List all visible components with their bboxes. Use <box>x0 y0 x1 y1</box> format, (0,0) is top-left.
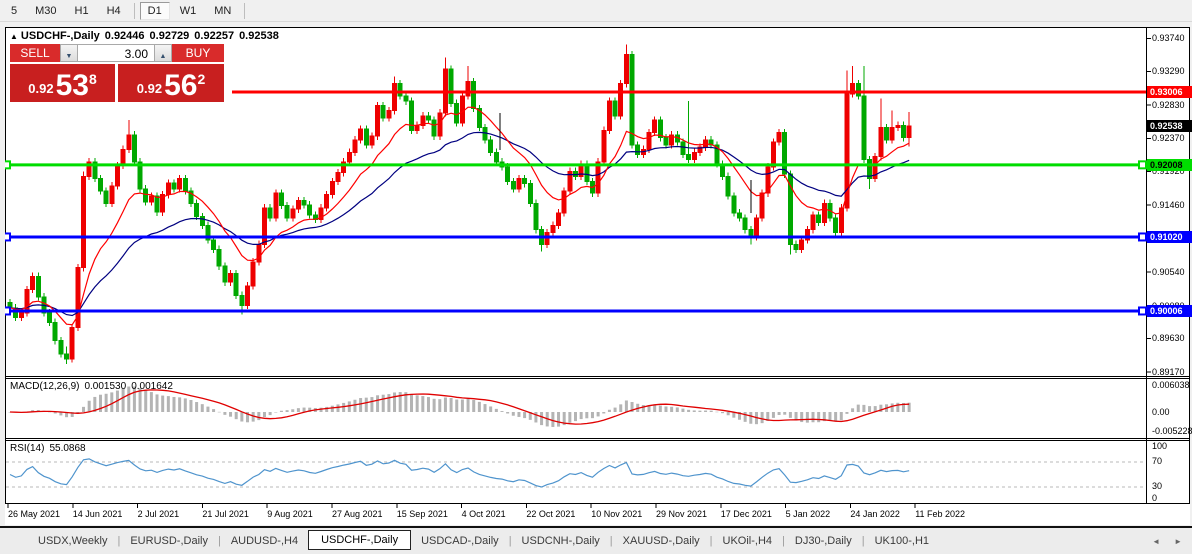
tab-scroll-arrows: ◄ ► <box>1152 537 1182 546</box>
timeframe-button-d1[interactable]: D1 <box>139 1 170 20</box>
arrow-up-icon: ▲ <box>159 53 167 60</box>
level-handle[interactable] <box>1138 232 1147 242</box>
volume-input[interactable]: 3.00 <box>78 44 154 62</box>
x-axis-date-label[interactable]: 5 Jan 2022 <box>786 509 831 519</box>
one-click-trading-panel: SELL ▼ 3.00 ▲ BUY 0.92 53 8 0.92 56 2 <box>10 44 224 102</box>
tab-eurusd-daily[interactable]: EURUSD-,Daily <box>120 532 218 550</box>
y-axis-tick[interactable]: 0.89630 <box>1152 333 1185 343</box>
y-axis-tick[interactable]: 0.91460 <box>1152 200 1185 210</box>
y-axis-tick[interactable]: 0.92370 <box>1152 133 1185 143</box>
window-left-edge <box>0 27 5 525</box>
x-axis-date-label[interactable]: 10 Nov 2021 <box>591 509 642 519</box>
x-axis-date-label[interactable]: 2 Jul 2021 <box>138 509 180 519</box>
sell-price-display[interactable]: 0.92 53 8 <box>10 64 115 102</box>
arrow-down-icon: ▼ <box>65 53 73 60</box>
x-axis-date-label[interactable]: 27 Aug 2021 <box>332 509 383 519</box>
y-axis-tick[interactable]: 0.93740 <box>1152 33 1185 43</box>
macd-value-signal: 0.001642 <box>131 381 173 392</box>
x-axis-date-label[interactable]: 4 Oct 2021 <box>462 509 506 519</box>
x-axis-date-label[interactable]: 26 May 2021 <box>8 509 60 519</box>
rsi-name: RSI(14) <box>10 443 45 454</box>
x-axis-date-label[interactable]: 11 Feb 2022 <box>915 509 965 519</box>
sell-button[interactable]: SELL <box>10 44 60 62</box>
buy-price-sup: 2 <box>197 71 206 87</box>
macd-axis-bottom: -0.005228 <box>1152 426 1192 436</box>
price-level-badge[interactable]: 0.92008 <box>1147 158 1192 171</box>
buy-button[interactable]: BUY <box>172 44 224 62</box>
timeframe-toolbar: 5 M30 H1 H4 D1 W1 MN <box>0 0 1192 22</box>
chart-tab-bar: USDX,Weekly | EURUSD-,Daily | AUDUSD-,H4 USDC… <box>0 526 1192 554</box>
x-axis-date-label[interactable]: 22 Oct 2021 <box>526 509 575 519</box>
level-handle[interactable] <box>1138 306 1147 316</box>
macd-indicator-label: MACD(12,26,9) 0.001530 0.001642 <box>10 381 178 392</box>
y-axis-tick[interactable]: 0.90540 <box>1152 267 1185 277</box>
price-level-badge[interactable]: 0.91020 <box>1147 230 1192 243</box>
rsi-indicator-label: RSI(14) 55.0868 <box>10 443 91 454</box>
rsi-axis-label[interactable]: 0 <box>1152 493 1157 503</box>
rsi-axis-label[interactable]: 70 <box>1152 456 1162 466</box>
tab-usdchf-daily[interactable]: USDCHF-,Daily <box>308 530 412 550</box>
x-axis-date-label[interactable]: 21 Jul 2021 <box>202 509 249 519</box>
tab-usdcnh-daily[interactable]: USDCNH-,Daily <box>512 532 610 550</box>
x-axis-date-label[interactable]: 9 Aug 2021 <box>267 509 313 519</box>
axis-ticks <box>7 37 1151 508</box>
tab-scroll-left-button[interactable]: ◄ <box>1152 537 1160 546</box>
rsi-axis-label[interactable]: 30 <box>1152 481 1162 491</box>
tab-dj30-daily[interactable]: DJ30-,Daily <box>785 532 862 550</box>
y-axis-tick[interactable]: 0.89170 <box>1152 367 1185 377</box>
toolbar-separator <box>244 2 246 19</box>
chart-header: ▲ USDCHF-,Daily 0.92446 0.92729 0.92257 0.925… <box>10 30 284 42</box>
collapse-icon[interactable]: ▲ <box>10 32 18 41</box>
y-axis-tick[interactable]: 0.92830 <box>1152 100 1185 110</box>
rsi-value: 55.0868 <box>49 443 86 454</box>
buy-price-big: 56 <box>164 69 198 102</box>
tab-xauusd-daily[interactable]: XAUUSD-,Daily <box>613 532 710 550</box>
mt4-window: 5 M30 H1 H4 D1 W1 MN ▲ USDCHF-,Daily 0.92446 0.92… <box>0 0 1192 554</box>
tab-usdx-weekly[interactable]: USDX,Weekly <box>28 532 117 550</box>
timeframe-button-w1[interactable]: W1 <box>172 2 205 20</box>
x-axis-date-label[interactable]: 14 Jun 2021 <box>73 509 123 519</box>
price-level-badge[interactable]: 0.90006 <box>1147 304 1192 317</box>
volume-decrease-button[interactable]: ▼ <box>60 44 78 62</box>
x-axis-date-label[interactable]: 29 Nov 2021 <box>656 509 707 519</box>
timeframe-button-mn[interactable]: MN <box>206 2 239 20</box>
x-axis-date-label[interactable]: 15 Sep 2021 <box>397 509 448 519</box>
timeframe-button-h1[interactable]: H1 <box>67 2 97 20</box>
macd-name: MACD(12,26,9) <box>10 381 80 392</box>
buy-price-display[interactable]: 0.92 56 2 <box>118 64 224 102</box>
x-axis-date-label[interactable]: 24 Jan 2022 <box>850 509 900 519</box>
tab-usdcad-daily[interactable]: USDCAD-,Daily <box>411 532 509 550</box>
buy-price-base: 0.92 <box>136 81 163 96</box>
ohlc-high: 0.92729 <box>149 30 190 42</box>
ohlc-open: 0.92446 <box>104 30 145 42</box>
sell-price-big: 53 <box>55 69 89 102</box>
tab-uk100-h1[interactable]: UK100-,H1 <box>865 532 939 550</box>
macd-value-main: 0.001530 <box>84 381 127 392</box>
timeframe-button-m30[interactable]: M30 <box>27 2 64 20</box>
macd-axis-top: 0.006038 <box>1152 380 1190 390</box>
symbol-title: USDCHF-,Daily <box>20 30 100 42</box>
timeframe-button-h4[interactable]: H4 <box>99 2 129 20</box>
macd-axis-zero: 0.00 <box>1152 407 1170 417</box>
price-level-badge[interactable]: 0.93006 <box>1147 86 1192 98</box>
x-axis-date-label[interactable]: 17 Dec 2021 <box>721 509 772 519</box>
ohlc-close: 0.92538 <box>239 30 279 42</box>
tab-audusd-h4[interactable]: AUDUSD-,H4 <box>221 532 308 550</box>
timeframe-button-5[interactable]: 5 <box>3 2 25 20</box>
toolbar-separator <box>133 2 135 19</box>
tab-scroll-right-button[interactable]: ► <box>1174 537 1182 546</box>
current-price-badge[interactable]: 0.92538 <box>1147 120 1192 133</box>
y-axis-tick[interactable]: 0.93290 <box>1152 66 1185 76</box>
tab-ukoil-h4[interactable]: UKOil-,H4 <box>713 532 783 550</box>
chart-window: ▲ USDCHF-,Daily 0.92446 0.92729 0.92257 0.925… <box>0 27 1192 525</box>
moving-averages <box>9 106 910 326</box>
sell-price-base: 0.92 <box>28 81 54 96</box>
rsi-axis-label[interactable]: 100 <box>1152 441 1167 451</box>
sell-price-sup: 8 <box>88 71 97 87</box>
level-handle[interactable] <box>1138 160 1147 170</box>
rsi-panel-series <box>6 458 1146 488</box>
ohlc-low: 0.92257 <box>194 30 235 42</box>
volume-increase-button[interactable]: ▲ <box>154 44 172 62</box>
